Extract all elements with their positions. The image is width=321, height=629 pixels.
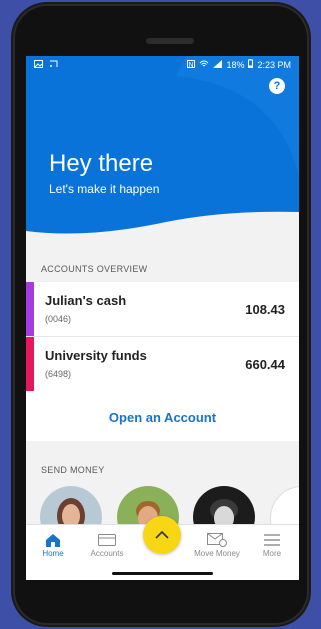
gallery-icon	[34, 60, 43, 70]
envelope-icon	[190, 531, 244, 549]
nav-home[interactable]: Home	[26, 531, 80, 558]
open-account-link[interactable]: Open an Account	[26, 410, 299, 425]
account-name: University funds	[45, 348, 147, 363]
accounts-overview-title: ACCOUNTS OVERVIEW	[41, 264, 148, 274]
signal-icon	[213, 59, 223, 70]
hero-curve-fill	[26, 205, 299, 266]
nav-accounts[interactable]: Accounts	[80, 531, 134, 558]
status-bar: N 18% 2:23 PM	[26, 56, 299, 74]
account-color-stripe	[26, 282, 34, 336]
cast-icon	[49, 60, 58, 70]
account-balance: 108.43	[245, 302, 285, 317]
menu-icon	[245, 531, 299, 549]
home-icon	[26, 531, 80, 549]
nfc-icon: N	[187, 59, 196, 70]
nav-move-money[interactable]: Move Money	[190, 531, 244, 558]
account-balance: 660.44	[245, 357, 285, 372]
help-chat-icon[interactable]: ?	[269, 78, 285, 94]
account-name: Julian's cash	[45, 293, 127, 308]
battery-percent: 18%	[226, 59, 245, 70]
nav-label: More	[262, 549, 282, 558]
wifi-icon	[199, 60, 209, 70]
battery-icon	[248, 59, 254, 70]
account-number: (6498)	[45, 369, 72, 379]
account-card[interactable]: Julian's cash (0046) 108.43	[26, 282, 299, 336]
nav-label: Accounts	[90, 549, 124, 558]
nav-label: Move Money	[194, 549, 240, 558]
card-icon	[80, 531, 134, 549]
earpiece	[146, 38, 194, 44]
chevron-up-icon	[155, 526, 169, 544]
app-screen: N 18% 2:23 PM ? Hey there Let's make it …	[26, 56, 299, 580]
status-time: 2:23 PM	[257, 59, 291, 70]
svg-text:N: N	[189, 62, 194, 68]
home-indicator	[112, 572, 213, 575]
greeting-title: Hey there	[49, 150, 154, 177]
send-money-title: SEND MONEY	[41, 465, 105, 475]
nav-label: Home	[42, 549, 64, 558]
account-color-stripe	[26, 337, 34, 391]
nav-more[interactable]: More	[245, 531, 299, 558]
account-number: (0046)	[45, 314, 72, 324]
expand-fab-button[interactable]	[143, 516, 181, 554]
account-card[interactable]: University funds (6498) 660.44	[26, 337, 299, 391]
greeting-subtitle: Let's make it happen	[49, 182, 160, 196]
